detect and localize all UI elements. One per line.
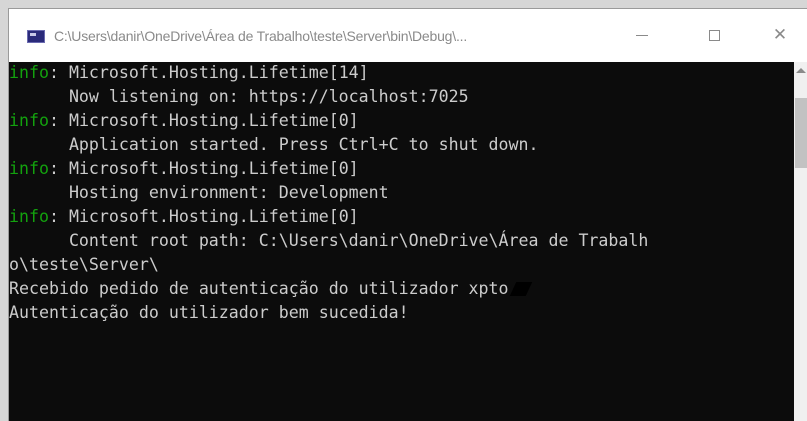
log-text: Application started. Press Ctrl+C to shu… (9, 135, 539, 154)
log-text: Hosting environment: Development (9, 183, 389, 202)
minimize-button[interactable] (619, 17, 665, 53)
log-text: Recebido pedido de autenticação do utili… (9, 279, 509, 298)
maximize-icon (708, 30, 720, 41)
console-line: info: Microsoft.Hosting.Lifetime[0] (9, 206, 359, 228)
console-window-icon[interactable] (27, 30, 45, 43)
log-text: Microsoft.Hosting.Lifetime[0] (68, 207, 359, 226)
log-text: Microsoft.Hosting.Lifetime[0] (68, 159, 359, 178)
minimize-icon (636, 35, 648, 36)
scroll-thumb[interactable] (795, 98, 807, 168)
console-output[interactable]: info: Microsoft.Hosting.Lifetime[14] Now… (9, 62, 794, 421)
console-line: Recebido pedido de autenticação do utili… (9, 278, 532, 300)
vertical-scrollbar[interactable] (794, 62, 807, 421)
close-icon: ✕ (772, 25, 788, 45)
console-line: Now listening on: https://localhost:7025 (9, 86, 469, 108)
log-text: Content root path: C:\Users\danir\OneDri… (9, 231, 649, 250)
log-separator: : (48, 63, 69, 82)
title-bar[interactable]: C:\Users\danir\OneDrive\Área de Trabalho… (9, 9, 807, 62)
console-line: Autenticação do utilizador bem sucedida! (9, 302, 409, 324)
log-text: Microsoft.Hosting.Lifetime[14] (68, 63, 369, 82)
log-level: info (9, 207, 49, 226)
log-text: o\teste\Server\ (9, 255, 159, 274)
window-title: C:\Users\danir\OneDrive\Área de Trabalho… (54, 28, 468, 44)
log-text: Now listening on: https://localhost:7025 (9, 87, 469, 106)
console-line: Hosting environment: Development (9, 182, 389, 204)
console-line: Application started. Press Ctrl+C to shu… (9, 134, 539, 156)
console-window: C:\Users\danir\OneDrive\Área de Trabalho… (8, 8, 807, 421)
log-separator: : (48, 159, 69, 178)
console-line: info: Microsoft.Hosting.Lifetime[0] (9, 158, 359, 180)
console-line: info: Microsoft.Hosting.Lifetime[0] (9, 110, 359, 132)
log-level: info (9, 111, 49, 130)
console-line: info: Microsoft.Hosting.Lifetime[14] (9, 62, 369, 84)
close-button[interactable]: ✕ (757, 17, 803, 53)
log-text: Autenticação do utilizador bem sucedida! (9, 303, 409, 322)
log-level: info (9, 63, 49, 82)
log-level: info (9, 159, 49, 178)
scroll-up-arrow-icon[interactable] (796, 68, 806, 73)
log-separator: : (48, 207, 69, 226)
maximize-button[interactable] (691, 17, 737, 53)
log-separator: : (48, 111, 69, 130)
console-line: o\teste\Server\ (9, 254, 159, 276)
log-text: Microsoft.Hosting.Lifetime[0] (68, 111, 359, 130)
text-cursor (509, 282, 532, 296)
console-line: Content root path: C:\Users\danir\OneDri… (9, 230, 648, 252)
